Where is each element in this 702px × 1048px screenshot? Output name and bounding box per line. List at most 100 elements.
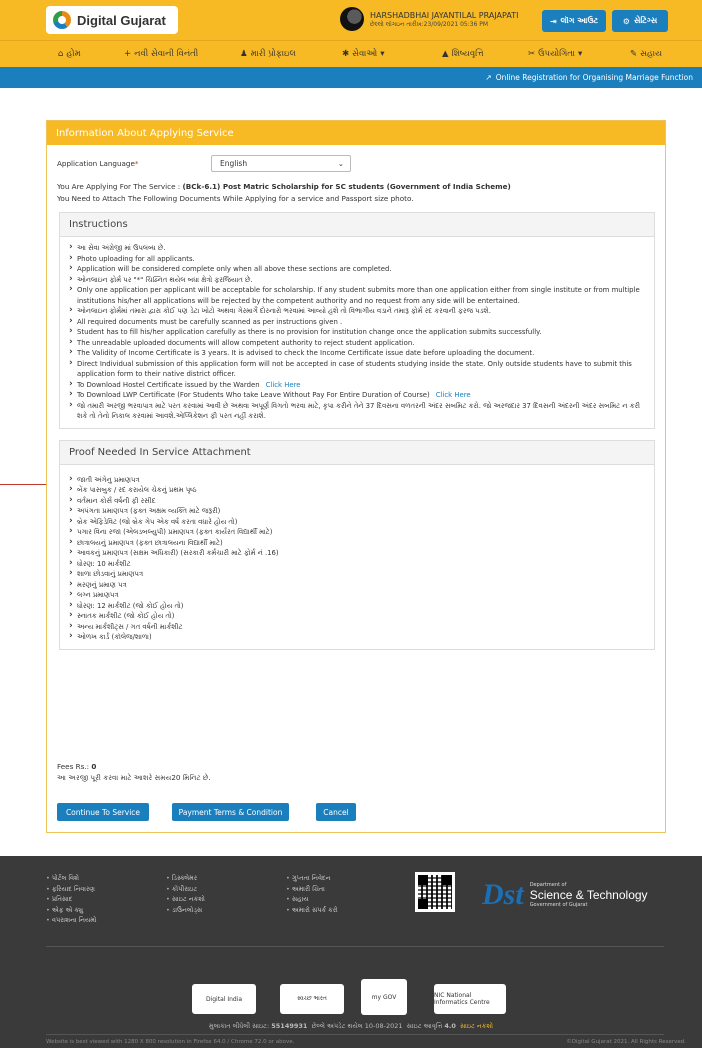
home-icon: ⌂ [58,49,64,59]
proof-item: પગાર વિના રજા (એલડબલ્યુપી) પ્રમાણપત્ર (ફ… [69,526,645,538]
footer-link[interactable]: અમારો સંપર્ક કરો [286,905,338,916]
lwp-certificate-text: To Download LWP Certificate (For Student… [77,391,430,399]
proof-item: જાતી અંગેનુ પ્રમાણપત્ર [69,474,645,486]
last-login: છેલ્લો લૉગઇન તારીખ:23/09/2021 05:36 PM [370,20,489,28]
chevron-down-icon: ▾ [380,49,385,59]
instruction-item: The unreadable uploaded documents will a… [69,337,645,349]
mygov-logo[interactable]: my GOV [361,979,407,1015]
lwp-certificate-click-here-link[interactable]: Click Here [436,391,471,399]
nav-scholarship[interactable]: ▲ શિષ્યવૃત્તિ [442,49,528,59]
gear-icon: ⚙ [622,16,630,26]
brand-name: Digital Gujarat [77,12,166,28]
nic-logo[interactable]: NIC National Informatics Centre [434,984,506,1014]
chevron-down-icon: ▾ [578,49,583,59]
proof-item: આવકનું પ્રમાણપત્ર (સક્ષમ અધિકારી) (સરકાર… [69,547,645,559]
language-row: Application Language* English ⌄ [57,154,655,172]
fees-value: 0 [91,762,97,771]
service-line: You Are Applying For The Service : (BCk-… [57,181,655,193]
digital-gujarat-logo-icon [53,11,71,29]
cancel-button[interactable]: Cancel [316,803,356,821]
proof-item: બેંક પાસબુક / રદ કરાયેલ ચેકનું પ્રથમ પૃષ… [69,484,645,496]
footer-link[interactable]: પ્રતિસાદ [46,894,97,905]
user-icon: ♟ [240,49,248,59]
dst-gov-text: Government of Gujarat [529,902,588,908]
tools-icon: ✂ [528,49,536,59]
hostel-certificate-click-here-link[interactable]: Click Here [266,381,301,389]
nav-help-label: સહાય [640,49,663,59]
nav-new-request[interactable]: + નવી સેવાની વિનંતી [124,49,240,59]
footer-divider-bottom [46,1034,664,1035]
top-header: Digital Gujarat HARSHADBHAI JAYANTILAL P… [0,0,702,40]
nav-utility[interactable]: ✂ ઉપયોગિતા ▾ [528,49,630,59]
graduation-cap-icon: ▲ [442,49,449,59]
footer-link[interactable]: સહાય [286,894,338,905]
brand-logo[interactable]: Digital Gujarat [46,6,178,34]
language-select[interactable]: English ⌄ [211,154,351,172]
proof-item: સ્નાતક માર્કશીટ (જો કોઈ હોય તો) [69,610,645,622]
footer-sitemap-link[interactable]: સાઇટ નકશો [460,1022,493,1030]
fees-label: Fees Rs.: [57,762,92,771]
proof-item: મરણનું પ્રમાણ પત્ર [69,579,645,591]
qr-code-icon [415,872,455,912]
footer-link[interactable]: ડાઉનલોડ્સ [166,905,205,916]
nav-home[interactable]: ⌂ હોમ [58,49,124,59]
instruction-item: Direct Individual submission of this app… [69,358,645,380]
instruction-item: Application will be considered complete … [69,263,645,275]
footer-link[interactable]: ગુપ્તતા નિવેદન [286,873,338,884]
footer-link[interactable]: વપરાશના નિયમો [46,915,97,926]
hostel-certificate-item: To Download Hostel Certificate issued by… [69,379,645,391]
footer-link[interactable]: એફ એ ક્યુ [46,905,97,916]
proof-title: Proof Needed In Service Attachment [60,440,654,465]
nav-profile[interactable]: ♟ મારી પ્રોફાઇલ [240,49,342,59]
proof-item: છાત્રાલયનું પ્રમાણપત્ર (ફક્ત છાત્રાલયના … [69,537,645,549]
version-label: સાઇટ આવૃત્તિ [406,1022,443,1030]
chevron-down-icon: ⌄ [337,158,344,168]
time-note: આ અરજી પૂરી કરવા માટે આશરે સમય20 મિનિટ છ… [57,773,211,782]
footer-link[interactable]: અમારી ચિંતા [286,884,338,895]
footer-col-1: પોર્ટલ વિશેફરિયાદ નિવારણપ્રતિસાદએફ એ ક્ય… [46,873,97,926]
visitors-count: 55149931 [271,1022,308,1030]
instruction-item: આ સેવા અંગ્રેજી માં ઉપલબ્ધ છે. [69,242,645,254]
swachh-bharat-logo[interactable]: સ્વચ્છ ભારત [280,984,344,1014]
instruction-item: ઓનલાઇન ફોર્મ પર "*" ચિહ્નિત થયેલ બધા ક્ષ… [69,274,645,286]
footer-link[interactable]: કોપીરાઇટ [166,884,205,895]
instruction-item: Photo uploading for all applicants. [69,253,645,265]
proof-item: વર્તમાન કોર્સ વર્ષની ફી રસીદ [69,495,645,507]
footer-link[interactable]: ડિસ્ક્લેમર [166,873,205,884]
required-asterisk: * [134,158,139,168]
settings-button[interactable]: ⚙ સેટિંગ્સ [612,10,668,32]
nav-services[interactable]: ✱ સેવાઓ ▾ [342,49,442,59]
dst-big-text: Science & Technology [529,888,648,902]
instruction-item: ઓનલાઇન ફોર્મમાં તમારા દ્વારા કોઈ પણ ડેટા… [69,305,645,317]
logout-button[interactable]: ⇥ લૉગ આઉટ [542,10,606,32]
logout-label: લૉગ આઉટ [560,16,599,25]
attach-note: You Need to Attach The Following Documen… [57,194,414,203]
nav-scholarship-label: શિષ્યવૃત્તિ [451,49,484,59]
visitors-label: મુલાકાત લીધેલી સાઇટ: [208,1022,270,1030]
payment-terms-button[interactable]: Payment Terms & Condition [172,803,289,821]
dst-logo[interactable]: Dst Department of Science & Technology G… [482,878,648,912]
footer-link[interactable]: સાઇટ નકશો [166,894,205,905]
nav-services-label: સેવાઓ [352,49,378,59]
continue-to-service-button[interactable]: Continue To Service [57,803,149,821]
plus-icon: + [124,49,132,59]
language-selected-value: English [220,158,248,168]
marriage-registration-link[interactable]: Online Registration for Organising Marri… [496,73,693,82]
footer-link[interactable]: પોર્ટલ વિશે [46,873,97,884]
language-label: Application Language* [57,159,211,168]
proof-item: લગ્ન પ્રમાણપત્ર [69,589,645,601]
instruction-item: જો તમારી અરજી ભરવાપાત્ર માટે પરત કરવામાં… [69,400,645,422]
language-label-text: Application Language [57,158,135,168]
service-prefix: You Are Applying For The Service : [57,182,183,191]
proof-item: ઓળખ કાર્ડ (કૉલેજ/શાળા) [69,631,645,643]
footer-link[interactable]: ફરિયાદ નિવારણ [46,884,97,895]
proof-item: બ્રેક એફિડેવિટ (જો બ્રેક ગેપ એક વર્ષ કરત… [69,516,645,528]
proof-box: Proof Needed In Service Attachment જાતી … [59,439,655,650]
proof-item: અપંગતા પ્રમાણપત્ર (ફક્ત અક્ષમ વ્યક્તિ મા… [69,505,645,517]
digital-india-logo[interactable]: Digital India [192,984,256,1014]
best-viewed-note: Website is best viewed with 1280 X 800 r… [46,1039,295,1045]
footer-col-2: ડિસ્ક્લેમરકોપીરાઇટસાઇટ નકશોડાઉનલોડ્સ [166,873,205,915]
fees-section: Fees Rs.: 0 આ અરજી પૂરી કરવા માટે આશરે સ… [57,761,211,783]
site-stats: મુલાકાત લીધેલી સાઇટ: 55149931 છેલ્લે અપડ… [0,1022,702,1031]
nav-help[interactable]: ✎ સહાય [630,49,662,59]
